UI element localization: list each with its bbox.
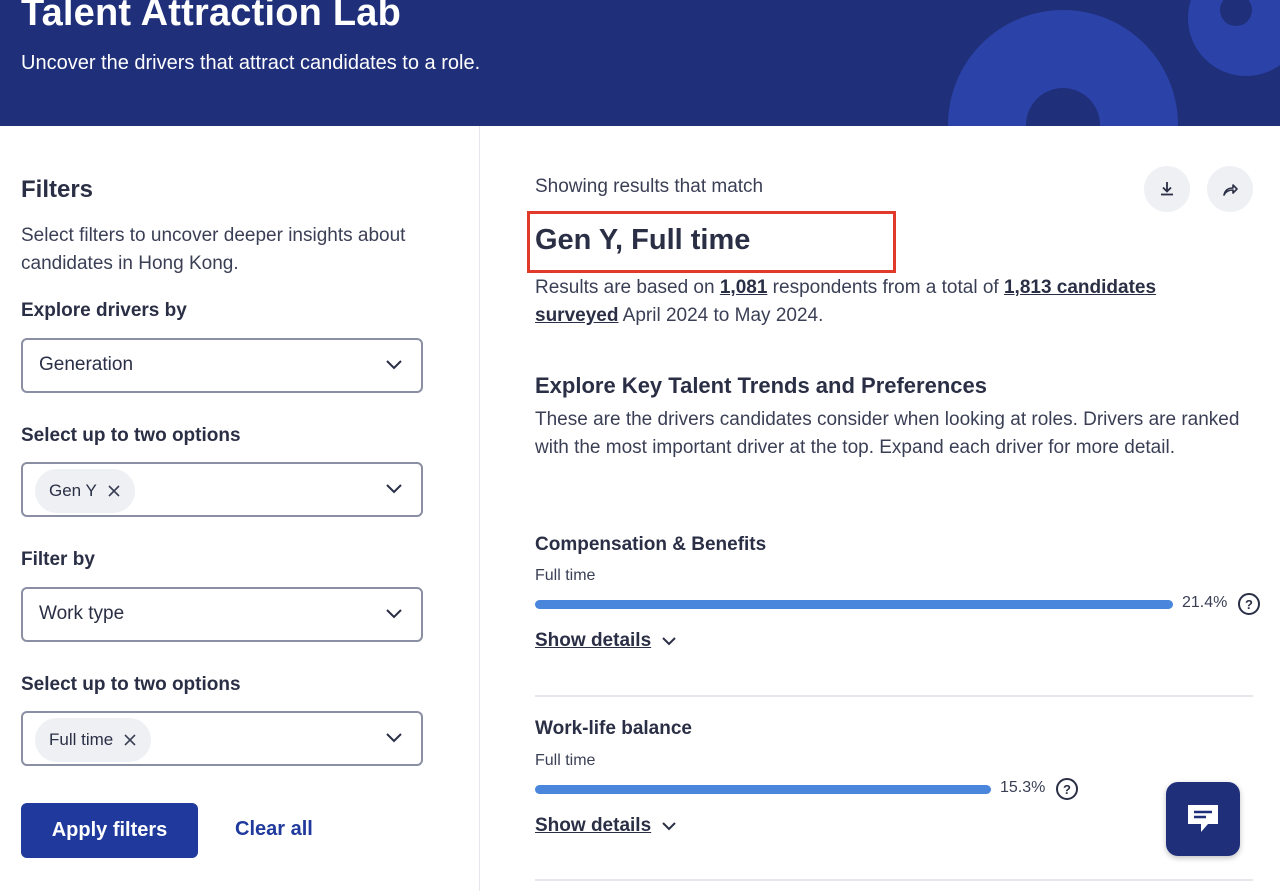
- close-icon[interactable]: [107, 484, 121, 498]
- explore-drivers-select[interactable]: Generation: [21, 338, 423, 393]
- filters-description: Select filters to uncover deeper insight…: [21, 225, 406, 274]
- share-icon: [1223, 184, 1238, 196]
- download-button[interactable]: [1144, 166, 1190, 212]
- driver-title: Compensation & Benefits: [535, 534, 767, 555]
- driver-progress-bar: [535, 600, 1173, 609]
- page-title: Talent Attraction Lab: [21, 0, 401, 34]
- work-type-options-select[interactable]: Full time: [21, 711, 423, 766]
- result-title: Gen Y, Full time: [535, 224, 751, 256]
- chevron-down-icon: [386, 360, 402, 370]
- chevron-down-icon: [386, 484, 402, 494]
- show-details-button[interactable]: Show details: [535, 815, 677, 837]
- chip-full-time[interactable]: Full time: [35, 718, 152, 762]
- driver-subtitle: Full time: [535, 567, 596, 584]
- help-icon[interactable]: ?: [1056, 778, 1078, 800]
- filters-sidebar: Filters Select filters to uncover deeper…: [0, 126, 480, 891]
- respondents-link[interactable]: 1,081: [720, 277, 768, 298]
- chat-button[interactable]: [1166, 782, 1240, 856]
- show-details-label: Show details: [535, 815, 652, 836]
- filter-by-label: Filter by: [21, 549, 95, 570]
- summary-text: respondents from a total of: [767, 277, 1004, 298]
- close-icon[interactable]: [123, 733, 137, 747]
- clear-all-link[interactable]: Clear all: [235, 818, 313, 841]
- results-summary: Results are based on 1,081 respondents f…: [535, 274, 1235, 330]
- driver-percentage: 15.3%: [1000, 779, 1046, 796]
- apply-filters-button[interactable]: Apply filters: [21, 803, 198, 858]
- explore-drivers-label: Explore drivers by: [21, 300, 187, 321]
- results-panel: Showing results that match Gen Y, Full t…: [481, 126, 1280, 891]
- chip-label: Full time: [49, 730, 114, 749]
- download-icon: [1161, 182, 1173, 196]
- section-title: Explore Key Talent Trends and Preference…: [535, 373, 987, 398]
- driver-progress-bar: [535, 785, 991, 794]
- showing-results-label: Showing results that match: [535, 176, 764, 197]
- show-details-button[interactable]: Show details: [535, 630, 677, 652]
- help-icon[interactable]: ?: [1238, 593, 1260, 615]
- section-description: These are the drivers candidates conside…: [535, 409, 1240, 458]
- chevron-down-icon: [662, 822, 676, 831]
- generation-options-select[interactable]: Gen Y: [21, 462, 423, 517]
- divider: [535, 695, 1253, 697]
- page-subtitle: Uncover the drivers that attract candida…: [21, 52, 481, 74]
- summary-text: Results are based on: [535, 277, 720, 298]
- chevron-down-icon: [386, 733, 402, 743]
- chevron-down-icon: [662, 637, 676, 646]
- share-button[interactable]: [1207, 166, 1253, 212]
- filter-by-select[interactable]: Work type: [21, 587, 423, 642]
- chevron-down-icon: [386, 609, 402, 619]
- summary-text: April 2024 to May 2024.: [618, 305, 824, 326]
- show-details-label: Show details: [535, 630, 652, 651]
- filters-title: Filters: [21, 176, 94, 203]
- driver-percentage: 21.4%: [1182, 594, 1228, 611]
- driver-title: Work-life balance: [535, 718, 692, 739]
- driver-subtitle: Full time: [535, 752, 596, 769]
- filter-by-value: Work type: [39, 603, 125, 624]
- divider: [535, 879, 1253, 881]
- options1-label: Select up to two options: [21, 425, 241, 446]
- chip-gen-y[interactable]: Gen Y: [35, 469, 135, 513]
- chat-icon: [1188, 805, 1218, 832]
- hero-banner: Talent Attraction Lab Uncover the driver…: [0, 0, 1280, 126]
- explore-drivers-value: Generation: [39, 354, 134, 375]
- options2-label: Select up to two options: [21, 674, 241, 695]
- chip-label: Gen Y: [49, 481, 97, 500]
